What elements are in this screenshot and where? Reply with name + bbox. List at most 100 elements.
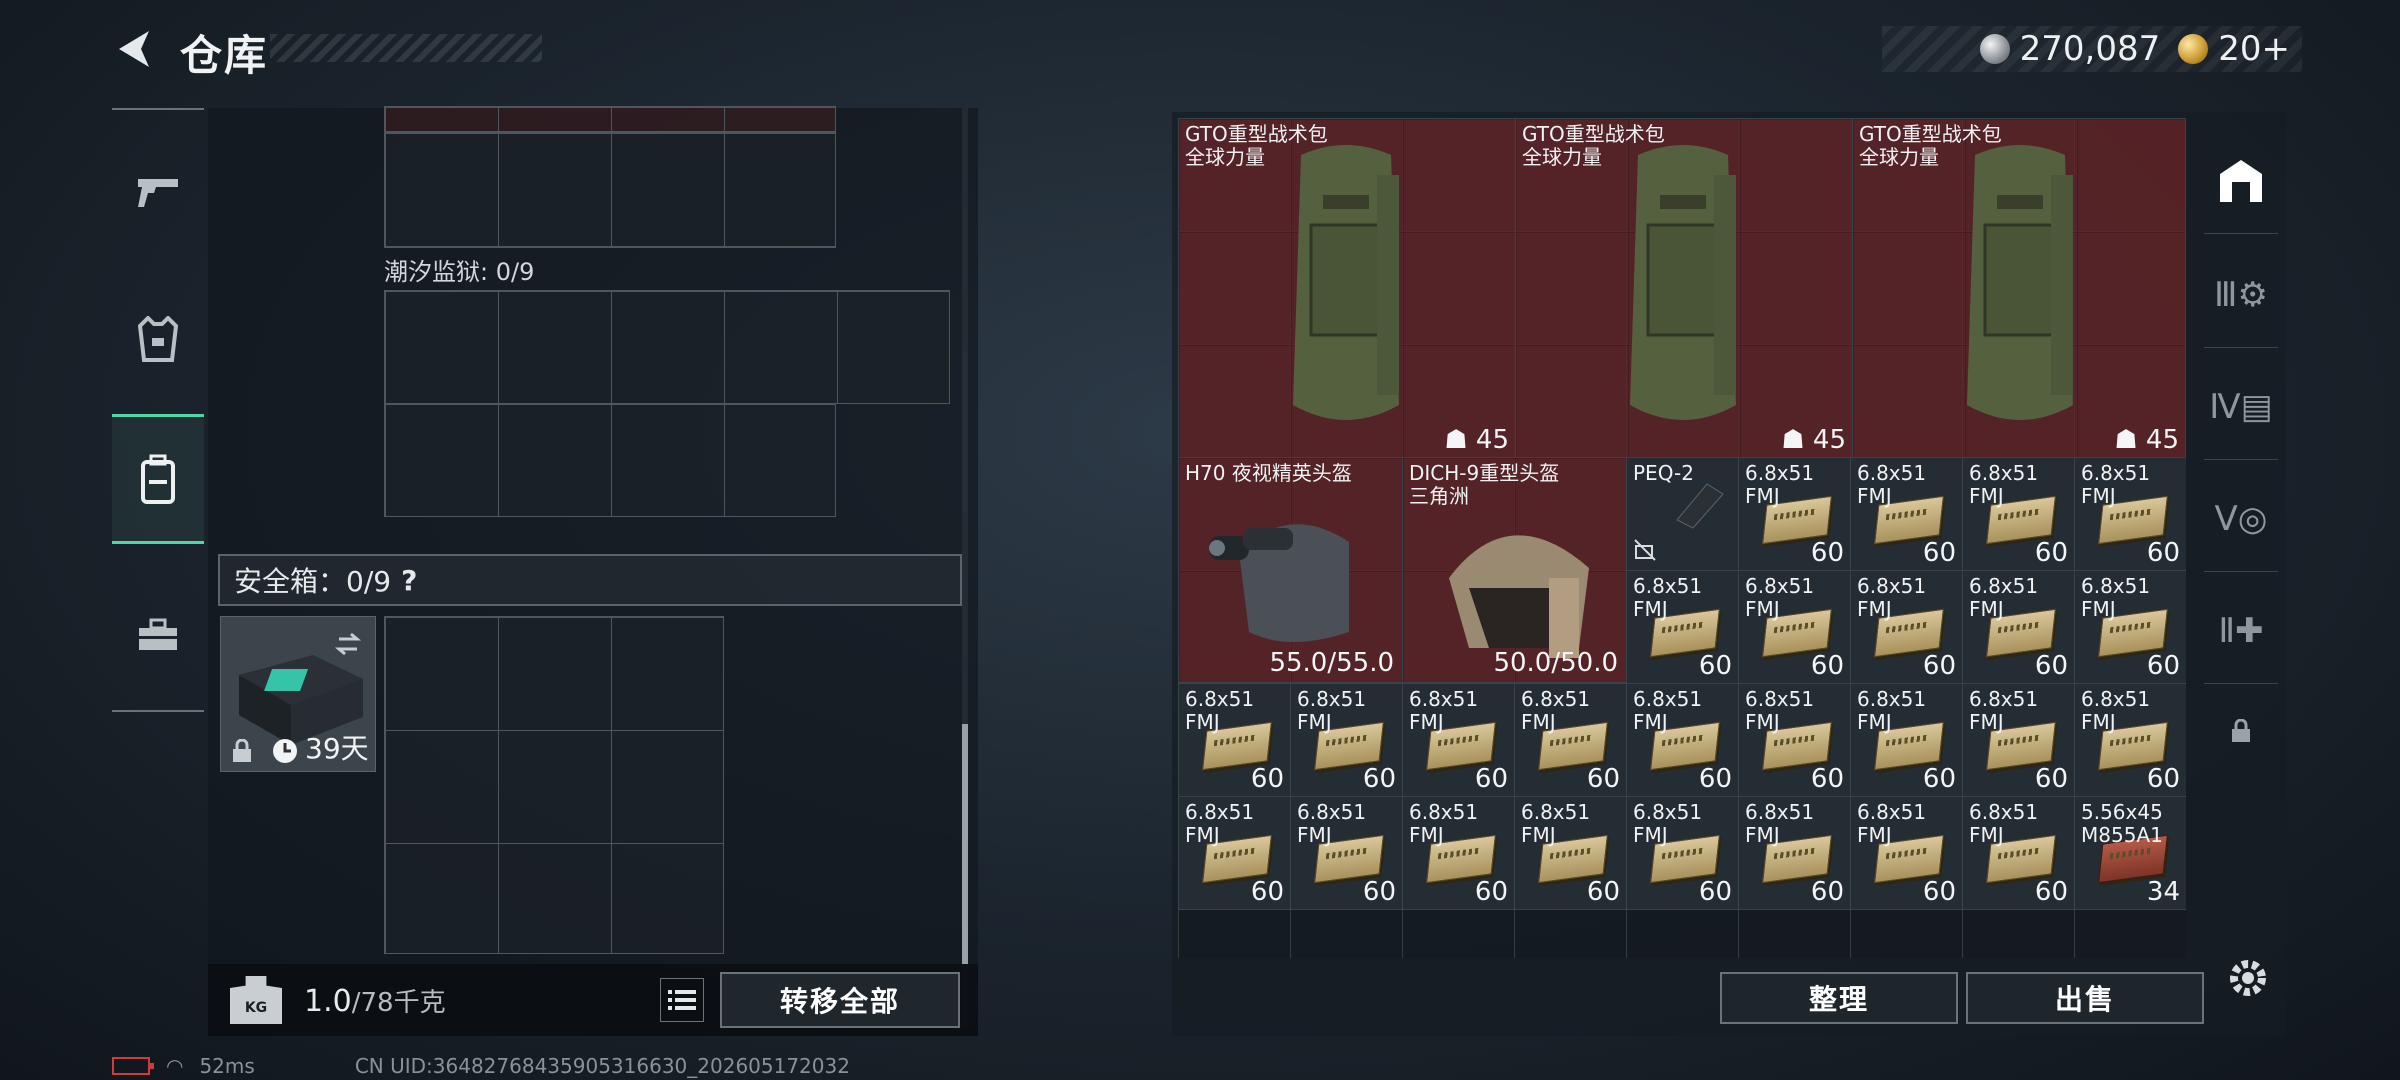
ammo-item-68x51[interactable]: 6.8x51 FMJ 60 <box>1738 796 1851 910</box>
ammo-item-68x51[interactable]: 6.8x51 FMJ 60 <box>1626 683 1739 797</box>
top-container-grid[interactable] <box>384 106 836 132</box>
ammo-item-68x51[interactable]: 6.8x51 FMJ 60 <box>1850 796 1963 910</box>
stash-grid: GTO重型战术包 全球力量 ☗ 45 GTO重型战术包 全球力量 ☗ 45 GT… <box>1178 118 2186 958</box>
silver-currency[interactable]: 270,087 <box>1979 29 2161 69</box>
container-grid-row2[interactable] <box>384 403 836 517</box>
ammo-item-68x51[interactable]: 6.8x51 FMJ 60 <box>1514 683 1627 797</box>
ammo-item-68x51[interactable]: 6.8x51 FMJ 60 <box>1738 457 1851 571</box>
item-qty: 60 <box>1362 877 1396 907</box>
stash-tab-locked[interactable] <box>2204 678 2278 784</box>
item-qty: 60 <box>2146 538 2180 568</box>
transfer-all-button[interactable]: 转移全部 <box>720 972 960 1028</box>
ammo-item-68x51[interactable]: 6.8x51 FMJ 60 <box>2074 570 2186 684</box>
item-name: 6.8x51 FMJ <box>2081 687 2151 734</box>
item-name: 6.8x51 FMJ <box>1857 800 1927 847</box>
rail-armor[interactable] <box>112 274 204 404</box>
no-attach-icon <box>1634 539 1656 561</box>
item-qty: 60 <box>1362 764 1396 794</box>
wifi-icon: ◠ <box>166 1054 184 1078</box>
item-name: 6.8x51 FMJ <box>1857 687 1927 734</box>
ammo-item-68x51[interactable]: 6.8x51 FMJ 60 <box>1178 796 1291 910</box>
container-grid-row1[interactable] <box>384 290 950 404</box>
ammo-item-68x51[interactable]: 6.8x51 FMJ 60 <box>1850 683 1963 797</box>
item-name: 6.8x51 FMJ <box>1521 687 1591 734</box>
item-qty: 60 <box>1698 877 1732 907</box>
ammo-item-68x51[interactable]: 6.8x51 FMJ 60 <box>1962 683 2075 797</box>
weight-icon: KG <box>230 976 282 1024</box>
ammo-item-556[interactable]: 5.56x45 M855A1 34 <box>2074 796 2186 910</box>
item-name: 6.8x51 FMJ <box>1521 800 1591 847</box>
item-name: 6.8x51 FMJ <box>1745 461 1815 508</box>
secure-box-label: 安全箱：0/9 <box>234 565 392 598</box>
weight-readout: 1.0/78千克 <box>304 982 446 1019</box>
secure-help-icon[interactable]: ? <box>401 564 417 597</box>
stash-tab-5[interactable]: Ⅴ◎ <box>2204 466 2278 572</box>
item-name: 6.8x51 FMJ <box>1409 800 1479 847</box>
silver-amount: 270,087 <box>2019 29 2161 69</box>
tab-5-icon: Ⅴ◎ <box>2214 498 2268 539</box>
settings-button[interactable] <box>2222 952 2274 1004</box>
item-qty: 60 <box>1922 764 1956 794</box>
person-icon: ☗ <box>1781 425 1805 455</box>
ammo-item-68x51[interactable]: 6.8x51 FMJ 60 <box>1962 457 2075 571</box>
sort-button[interactable]: 整理 <box>1720 972 1958 1024</box>
rail-weapons[interactable] <box>112 126 204 256</box>
rail-backpack[interactable] <box>112 414 204 544</box>
ammo-item-68x51[interactable]: 6.8x51 FMJ 60 <box>1850 570 1963 684</box>
scrollbar-thumb[interactable] <box>962 724 968 964</box>
ammo-item-68x51[interactable]: 6.8x51 FMJ 60 <box>1850 457 1963 571</box>
ammo-item-68x51[interactable]: 6.8x51 FMJ 60 <box>1178 683 1291 797</box>
ammo-item-68x51[interactable]: 6.8x51 FMJ 60 <box>1402 683 1515 797</box>
item-name: 6.8x51 FMJ <box>1969 461 2039 508</box>
ammo-item-68x51[interactable]: 6.8x51 FMJ 60 <box>2074 457 2186 571</box>
item-name: GTO重型战术包 全球力量 <box>1859 122 2002 169</box>
helmet-item-dich9[interactable]: DICH-9重型头盔 三角洲 50.0/50.0 <box>1402 457 1627 683</box>
container-grid-upper[interactable] <box>384 132 836 248</box>
helmet-item-h70[interactable]: H70 夜视精英头盔 55.0/55.0 <box>1178 457 1403 683</box>
weight-max: /78千克 <box>351 987 446 1018</box>
peq2-item[interactable]: PEQ-2 <box>1626 457 1739 571</box>
battery-icon <box>112 1057 154 1075</box>
item-qty: ☗ 45 <box>1781 425 1846 455</box>
list-view-button[interactable] <box>660 978 704 1022</box>
backpack-item-1[interactable]: GTO重型战术包 全球力量 ☗ 45 <box>1178 118 1516 458</box>
backpack-item-2[interactable]: GTO重型战术包 全球力量 ☗ 45 <box>1515 118 1853 458</box>
stash-tab-main[interactable] <box>2204 128 2278 234</box>
sell-button[interactable]: 出售 <box>1966 972 2204 1024</box>
stash-tab-4[interactable]: Ⅳ▤ <box>2204 354 2278 460</box>
item-name: 6.8x51 FMJ <box>1857 461 1927 508</box>
ammo-item-68x51[interactable]: 6.8x51 FMJ 60 <box>1514 796 1627 910</box>
back-button[interactable] <box>110 24 156 74</box>
gear-icon <box>2230 960 2266 996</box>
item-qty: 60 <box>1474 877 1508 907</box>
stash-tab-add[interactable]: Ⅱ✚ <box>2204 578 2278 684</box>
vest-icon <box>138 316 178 362</box>
qty-value: 45 <box>2145 425 2179 455</box>
title-decoration <box>270 34 542 62</box>
item-qty: 60 <box>1810 651 1844 681</box>
item-qty: ☗ 45 <box>2114 425 2179 455</box>
ammo-item-68x51[interactable]: 6.8x51 FMJ 60 <box>1626 570 1739 684</box>
secure-case-item[interactable]: 39天 <box>220 616 376 772</box>
qty-value: 45 <box>1812 425 1846 455</box>
ammo-item-68x51[interactable]: 6.8x51 FMJ 60 <box>1626 796 1739 910</box>
ammo-item-68x51[interactable]: 6.8x51 FMJ 60 <box>1962 796 2075 910</box>
ammo-item-68x51[interactable]: 6.8x51 FMJ 60 <box>1738 683 1851 797</box>
ammo-item-68x51[interactable]: 6.8x51 FMJ 60 <box>1962 570 2075 684</box>
secure-box-grid[interactable] <box>384 616 724 954</box>
ammo-item-68x51[interactable]: 6.8x51 FMJ 60 <box>1290 683 1403 797</box>
ammo-item-68x51[interactable]: 6.8x51 FMJ 60 <box>1402 796 1515 910</box>
currency-bar: 270,087 20+ <box>1882 26 2302 72</box>
backpack-icon <box>141 454 175 504</box>
ammo-item-68x51[interactable]: 6.8x51 FMJ 60 <box>1738 570 1851 684</box>
stash-tab-3[interactable]: Ⅲ⚙ <box>2204 242 2278 348</box>
back-arrow-icon <box>119 31 149 67</box>
rail-toolbox[interactable] <box>112 570 204 700</box>
gold-currency[interactable]: 20+ <box>2178 29 2290 69</box>
ammo-item-68x51[interactable]: 6.8x51 FMJ 60 <box>1290 796 1403 910</box>
item-name: 6.8x51 FMJ <box>2081 461 2151 508</box>
secure-box-header: 安全箱：0/9 ? <box>218 554 962 606</box>
item-name: 6.8x51 FMJ <box>1857 574 1927 621</box>
backpack-item-3[interactable]: GTO重型战术包 全球力量 ☗ 45 <box>1852 118 2186 458</box>
ammo-item-68x51[interactable]: 6.8x51 FMJ 60 <box>2074 683 2186 797</box>
